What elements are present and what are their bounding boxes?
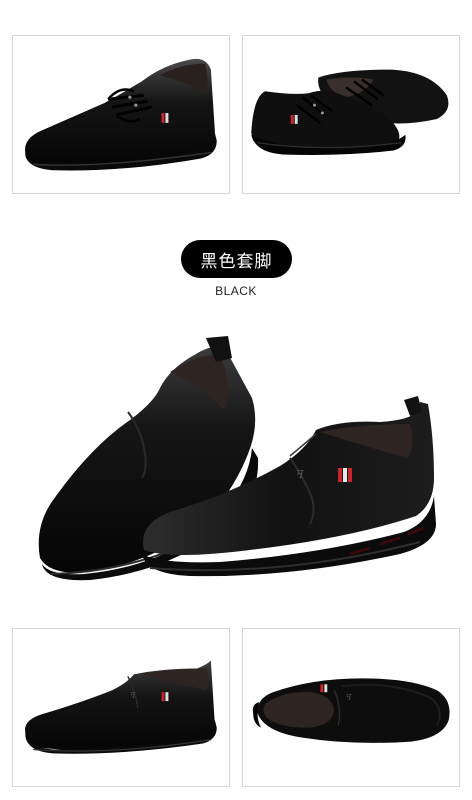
lace-up-shoe-side-icon (25, 58, 217, 171)
variant-label-pill: 黑色套脚 (181, 240, 292, 278)
variant-label-en: BLACK (215, 284, 257, 298)
slip-on-shoe-side-icon: ꟻ (25, 660, 217, 754)
product-thumbnail-slip-on-top[interactable]: ꟻ (242, 628, 460, 787)
slip-on-shoe-top-icon: ꟻ (252, 678, 450, 743)
lace-up-shoe-pair-icon (251, 69, 449, 155)
svg-text:ꟻ: ꟻ (346, 693, 352, 702)
product-thumbnail-lace-up-side[interactable] (12, 35, 230, 194)
variant-label-cn: 黑色套脚 (200, 251, 273, 272)
svg-text:ꟻ: ꟻ (296, 468, 304, 481)
svg-text:ꟻ: ꟻ (130, 691, 136, 700)
product-thumbnail-slip-on-side[interactable]: ꟻ (12, 628, 230, 787)
slip-on-shoe-pair-icon: ꟻ (38, 336, 436, 581)
product-thumbnail-lace-up-pair[interactable] (242, 35, 460, 194)
product-hero-image: ꟻ (20, 328, 452, 590)
